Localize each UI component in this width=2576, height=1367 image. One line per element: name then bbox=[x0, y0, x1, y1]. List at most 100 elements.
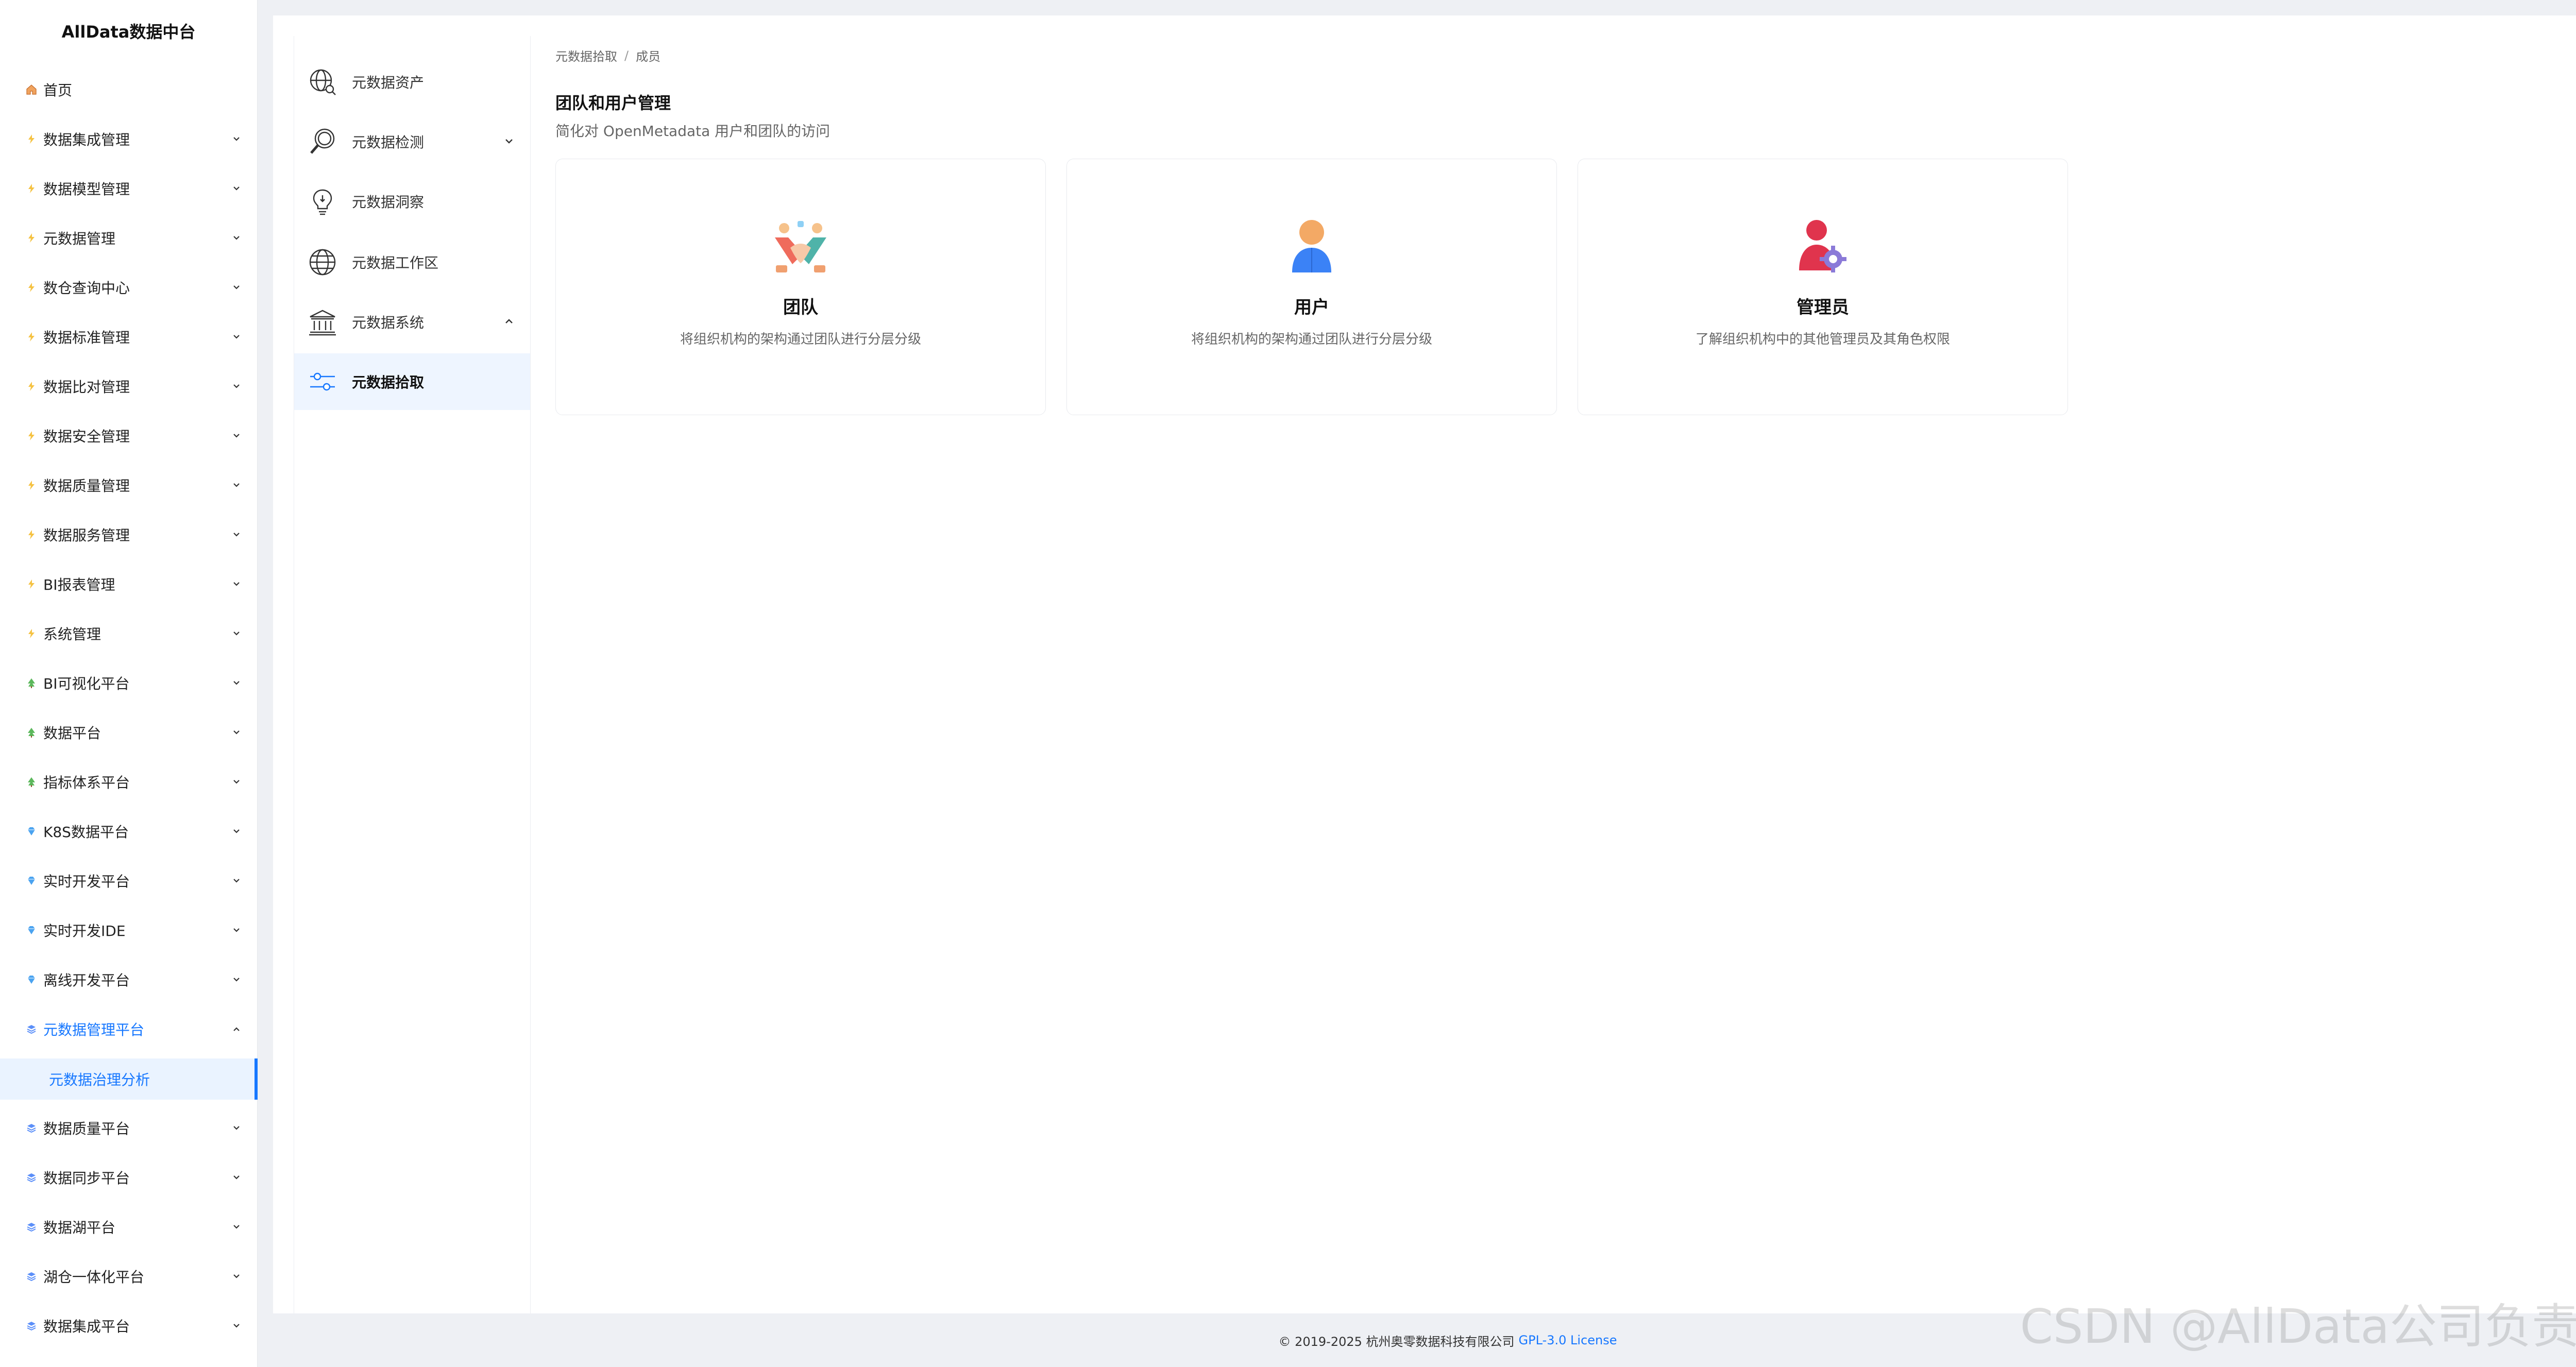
chevron-down-icon[interactable] bbox=[231, 1271, 242, 1282]
sidebar-item[interactable]: 数据标准管理 bbox=[0, 316, 258, 357]
chevron-down-icon[interactable] bbox=[231, 1172, 242, 1183]
breadcrumb: 元数据拾取 / 成员 bbox=[555, 46, 2565, 64]
chevron-down-icon[interactable] bbox=[231, 529, 242, 540]
sidebar-item[interactable]: 数据集成平台 bbox=[0, 1305, 258, 1346]
sidebar-item[interactable]: 数据模型管理 bbox=[0, 168, 258, 209]
breadcrumb-link[interactable]: 元数据拾取 bbox=[555, 46, 617, 64]
team-handshake-icon bbox=[772, 217, 829, 275]
chevron-down-icon[interactable] bbox=[231, 727, 242, 738]
stack-icon bbox=[25, 1171, 38, 1184]
chevron-down-icon[interactable] bbox=[231, 183, 242, 194]
main-frame: 元数据资产 元数据检测 元数据洞察 元数据工作区 元数据系统 元数据拾取 元数据… bbox=[273, 15, 2576, 1313]
stack-icon bbox=[25, 1022, 38, 1036]
sidebar-item[interactable]: BI报表管理 bbox=[0, 563, 258, 605]
sidebar-item[interactable]: 系统管理 bbox=[0, 613, 258, 654]
chevron-down-icon[interactable] bbox=[231, 331, 242, 343]
stack-icon bbox=[25, 1121, 38, 1135]
sidebar-item-label: BI报表管理 bbox=[43, 576, 115, 593]
sub-item-metadata-insights[interactable]: 元数据洞察 bbox=[294, 173, 530, 230]
sidebar-item-label: 数据集成平台 bbox=[43, 1318, 130, 1335]
card-title: 团队 bbox=[783, 297, 818, 318]
chevron-down-icon[interactable] bbox=[231, 925, 242, 936]
bolt-icon bbox=[25, 182, 38, 195]
chevron-down-icon[interactable] bbox=[231, 1221, 242, 1233]
sidebar-item[interactable]: 数据集成管理 bbox=[0, 118, 258, 160]
sub-item-metadata-pickup[interactable]: 元数据拾取 bbox=[294, 353, 530, 410]
sidebar-item[interactable]: 湖仓一体化平台 bbox=[0, 1256, 258, 1297]
chevron-down-icon[interactable] bbox=[231, 1122, 242, 1134]
sidebar-item[interactable]: K8S数据平台 bbox=[0, 811, 258, 852]
sub-item-label: 元数据拾取 bbox=[352, 374, 425, 391]
sidebar-subitem-label: 元数据治理分析 bbox=[49, 1071, 150, 1088]
chevron-down-icon[interactable] bbox=[503, 133, 515, 150]
sidebar-item-home[interactable]: 首页 bbox=[0, 69, 258, 110]
sidebar-item[interactable]: 数据安全管理 bbox=[0, 415, 258, 456]
card-description: 将组织机构的架构通过团队进行分层分级 bbox=[1191, 332, 1432, 347]
card-title: 用户 bbox=[1294, 297, 1329, 318]
page-subtitle: 简化对 OpenMetadata 用户和团队的访问 bbox=[555, 123, 831, 140]
tree-icon bbox=[25, 726, 38, 739]
sub-item-metadata-detection[interactable]: 元数据检测 bbox=[294, 113, 530, 170]
stack-icon bbox=[25, 1319, 38, 1332]
sidebar-item[interactable]: 离线开发平台 bbox=[0, 959, 258, 1000]
sidebar-item[interactable]: 数据比对管理 bbox=[0, 366, 258, 407]
sidebar-item[interactable]: 实时开发平台 bbox=[0, 860, 258, 901]
sidebar-item[interactable]: BI可视化平台 bbox=[0, 662, 258, 704]
admins-card[interactable]: 管理员 了解组织机构中的其他管理员及其角色权限 bbox=[1578, 159, 2068, 415]
footer: © 2019-2025 杭州奥零数据科技有限公司 GPL-3.0 License bbox=[273, 1313, 2576, 1367]
sub-item-metadata-assets[interactable]: 元数据资产 bbox=[294, 54, 530, 110]
sidebar-item[interactable]: 数据质量管理 bbox=[0, 465, 258, 506]
sub-item-label: 元数据系统 bbox=[352, 314, 425, 331]
sidebar-item-label: 数据湖平台 bbox=[43, 1219, 116, 1236]
sidebar-item[interactable]: 数据同步平台 bbox=[0, 1157, 258, 1198]
chevron-down-icon[interactable] bbox=[231, 628, 242, 639]
chevron-down-icon[interactable] bbox=[231, 430, 242, 441]
sidebar-item-label: 数据比对管理 bbox=[43, 379, 130, 396]
bolt-icon bbox=[25, 429, 38, 442]
gem-icon bbox=[25, 874, 38, 887]
chevron-down-icon[interactable] bbox=[231, 826, 242, 837]
sidebar-item[interactable]: 数据平台 bbox=[0, 712, 258, 753]
sub-item-label: 元数据工作区 bbox=[352, 254, 439, 271]
teams-card[interactable]: 团队 将组织机构的架构通过团队进行分层分级 bbox=[555, 159, 1046, 415]
sidebar-item[interactable]: 实时开发IDE bbox=[0, 910, 258, 951]
sidebar-item[interactable]: 数据质量平台 bbox=[0, 1107, 258, 1149]
chevron-down-icon[interactable] bbox=[231, 875, 242, 886]
sidebar-subitem-metadata-governance[interactable]: 元数据治理分析 bbox=[0, 1058, 258, 1100]
sub-item-metadata-workspace[interactable]: 元数据工作区 bbox=[294, 234, 530, 291]
gem-icon bbox=[25, 973, 38, 986]
sidebar-item-label: 元数据管理平台 bbox=[43, 1021, 145, 1038]
gem-icon bbox=[25, 825, 38, 838]
sidebar-item-label: 湖仓一体化平台 bbox=[43, 1269, 145, 1286]
sidebar-item[interactable]: 数据服务管理 bbox=[0, 514, 258, 555]
chevron-down-icon[interactable] bbox=[231, 974, 242, 985]
chevron-down-icon[interactable] bbox=[231, 282, 242, 293]
sidebar-item[interactable]: 元数据管理 bbox=[0, 217, 258, 259]
sidebar-item[interactable]: 数仓查询中心 bbox=[0, 267, 258, 308]
bolt-icon bbox=[25, 330, 38, 344]
sidebar-item-label: 首页 bbox=[43, 82, 73, 99]
chevron-down-icon[interactable] bbox=[231, 1320, 242, 1331]
chevron-up-icon[interactable] bbox=[503, 314, 515, 331]
chevron-down-icon[interactable] bbox=[231, 578, 242, 590]
card-list: 团队 将组织机构的架构通过团队进行分层分级 用户 将组织机构的架构通过团队进行分… bbox=[555, 159, 2068, 415]
sidebar-item-label: K8S数据平台 bbox=[43, 824, 129, 841]
bolt-icon bbox=[25, 231, 38, 245]
chevron-down-icon[interactable] bbox=[231, 232, 242, 244]
footer-license-link[interactable]: GPL-3.0 License bbox=[1519, 1333, 1617, 1347]
chevron-down-icon[interactable] bbox=[231, 480, 242, 491]
app-root: AllData数据中台 首页 数据集成管理 数据模型管理 元数据管理 数仓查询中心 数据… bbox=[0, 0, 2576, 1367]
sidebar-item[interactable]: 指标体系平台 bbox=[0, 761, 258, 802]
sub-item-metadata-system[interactable]: 元数据系统 bbox=[294, 294, 530, 350]
chevron-down-icon[interactable] bbox=[231, 381, 242, 392]
chevron-up-icon[interactable] bbox=[231, 1023, 242, 1035]
chevron-down-icon[interactable] bbox=[231, 677, 242, 689]
bolt-icon bbox=[25, 479, 38, 492]
chevron-down-icon[interactable] bbox=[231, 133, 242, 145]
sidebar-item-label: 数据同步平台 bbox=[43, 1170, 130, 1187]
chevron-down-icon[interactable] bbox=[231, 776, 242, 788]
content-area: 元数据拾取 / 成员 团队和用户管理 简化对 OpenMetadata 用户和团… bbox=[555, 46, 2565, 415]
sidebar-item[interactable]: 数据湖平台 bbox=[0, 1206, 258, 1248]
users-card[interactable]: 用户 将组织机构的架构通过团队进行分层分级 bbox=[1066, 159, 1557, 415]
sidebar-item[interactable]: 元数据管理平台 bbox=[0, 1009, 258, 1050]
